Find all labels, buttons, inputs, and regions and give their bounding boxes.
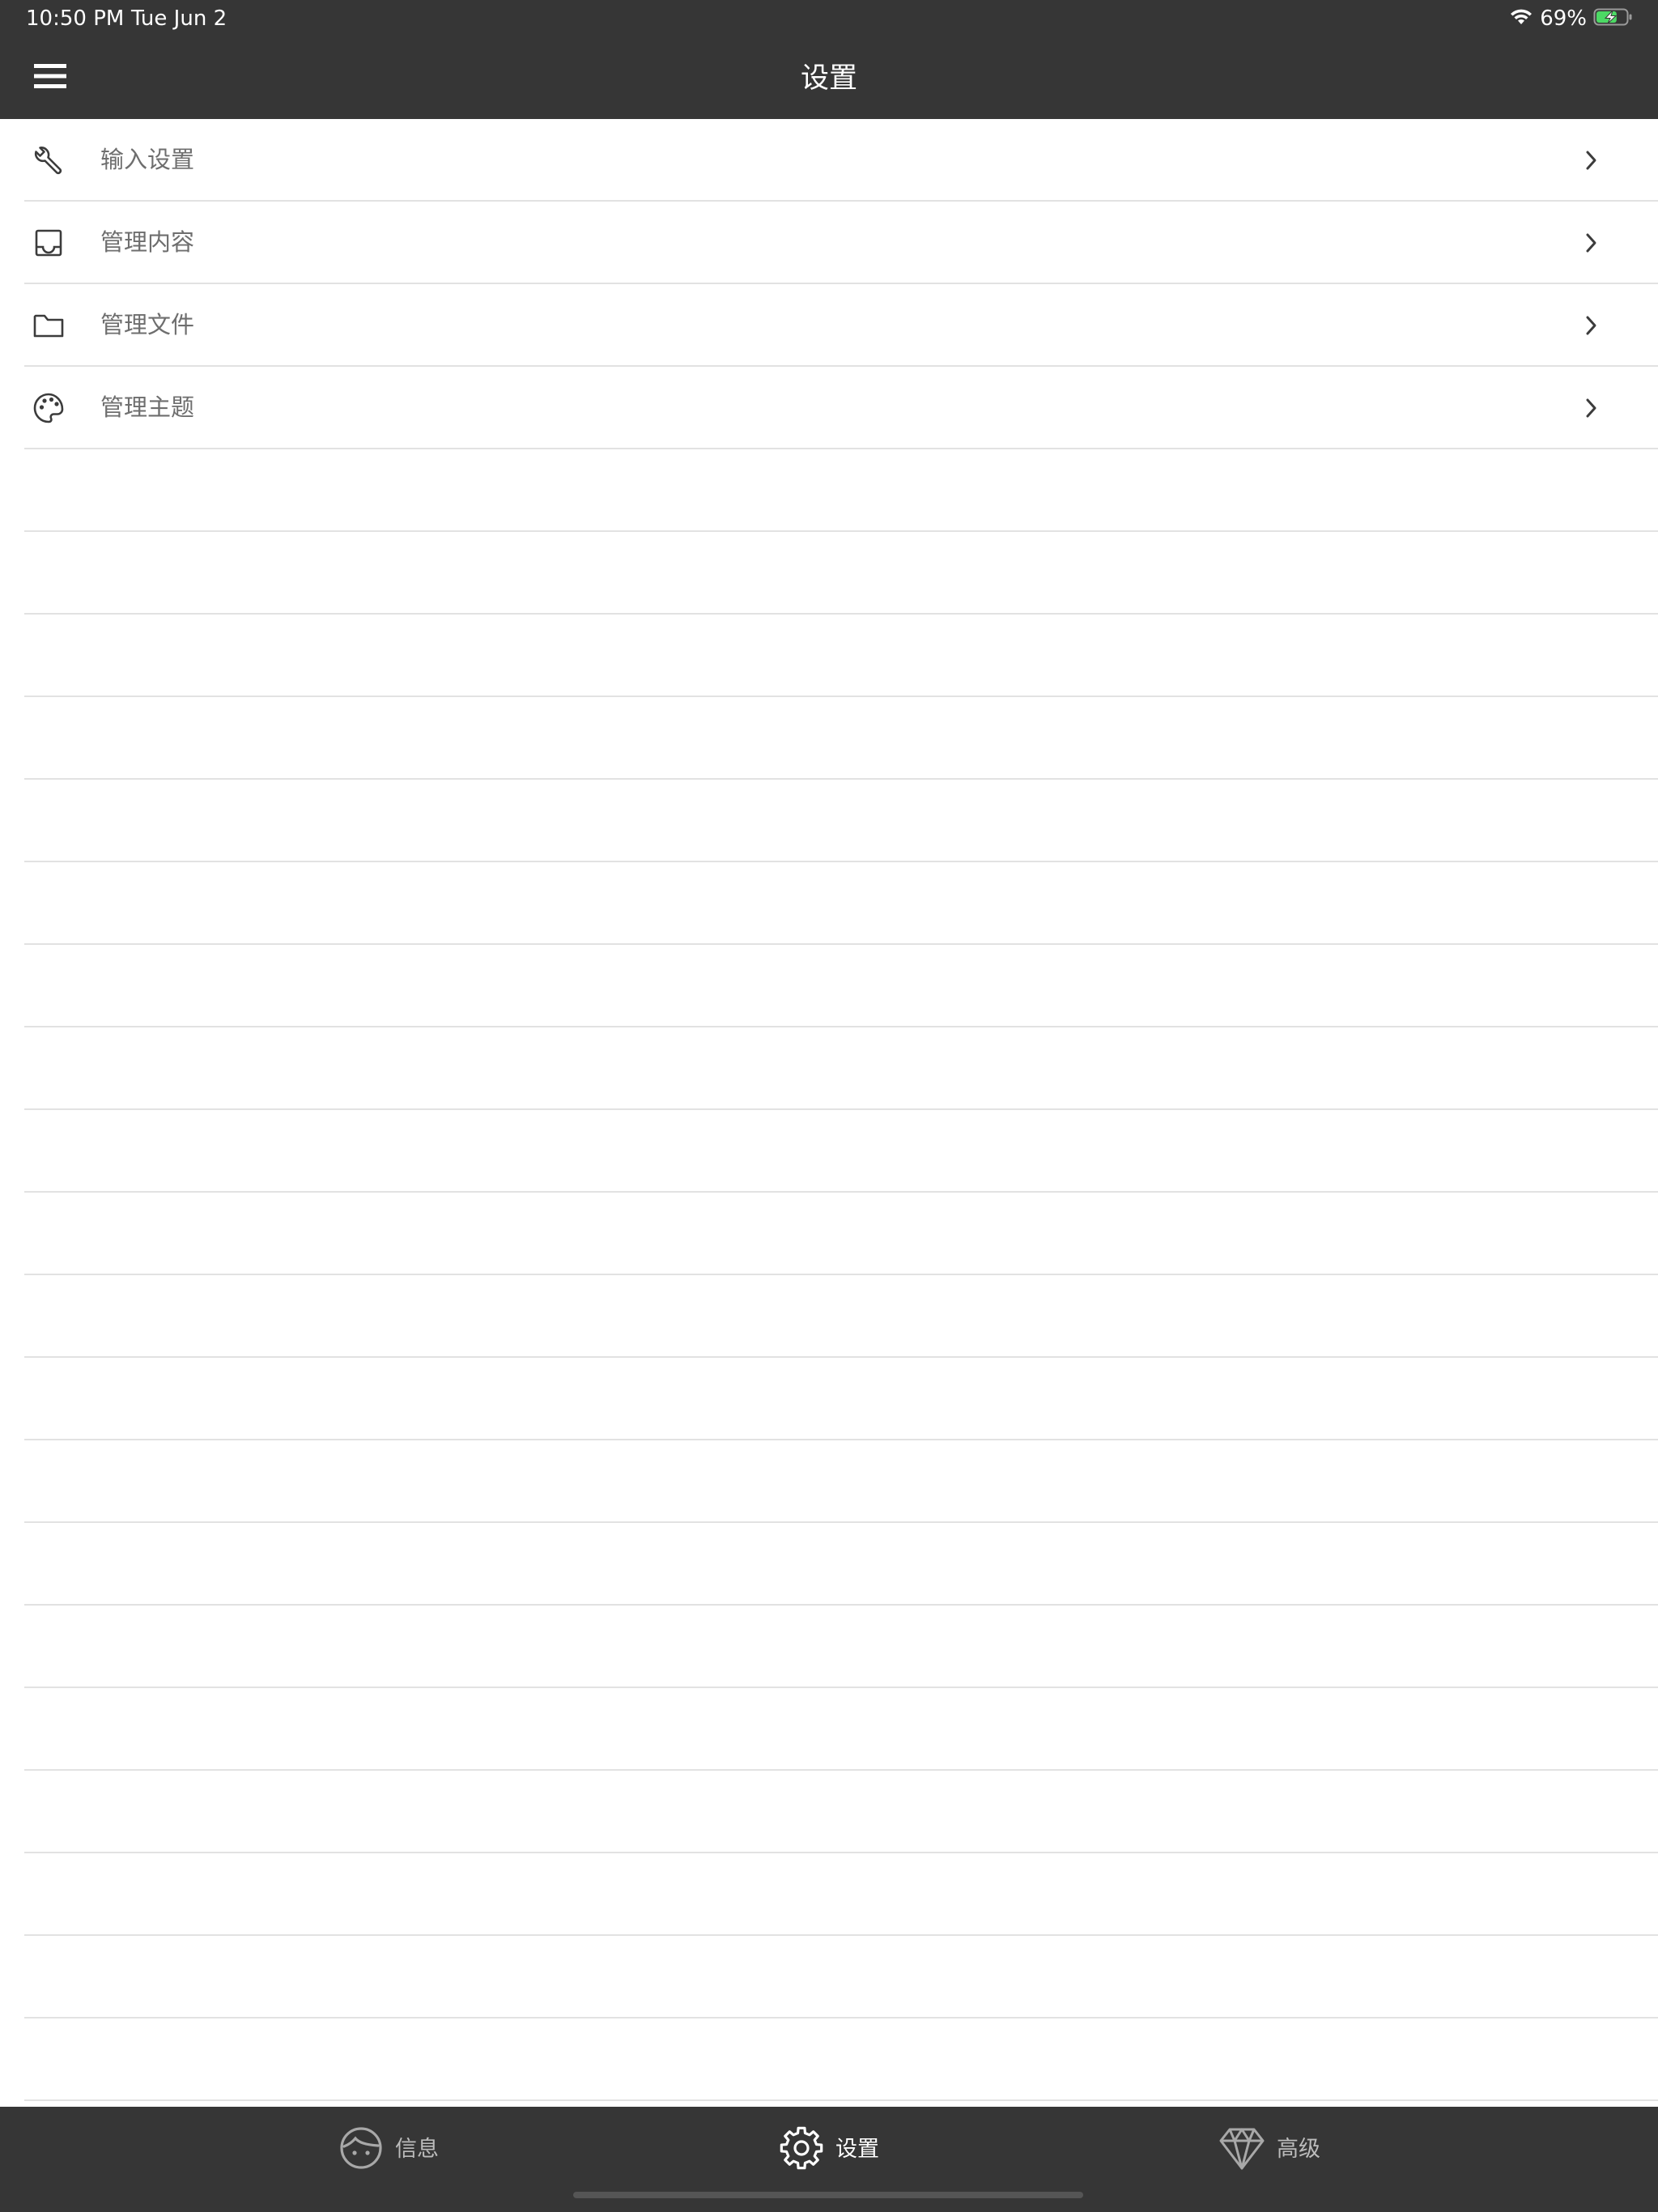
palette-icon <box>29 389 68 428</box>
chevron-right-icon <box>1580 309 1603 342</box>
status-time: 10:50 PM <box>26 6 125 31</box>
gear-center <box>793 2140 810 2156</box>
empty-row <box>0 1688 1658 1771</box>
tab-advanced[interactable]: 高级 <box>1218 2121 1320 2178</box>
empty-row <box>0 532 1658 615</box>
face-icon <box>338 2125 384 2174</box>
empty-row <box>0 1193 1658 1275</box>
tab-label: 设置 <box>835 2137 879 2162</box>
settings-item-files[interactable]: 管理文件 <box>0 284 1658 367</box>
empty-row <box>0 862 1658 945</box>
tab-bar: 信息 设置 高级 <box>0 2107 1658 2212</box>
settings-list: 输入设置 管理内容 管理文件 管理主题 <box>0 119 1658 2107</box>
empty-row <box>0 449 1658 532</box>
battery-percent: 69% <box>1540 6 1587 31</box>
empty-row <box>0 1523 1658 1606</box>
status-date: Tue Jun 2 <box>131 6 227 31</box>
chevron-right-icon <box>1580 392 1603 424</box>
home-indicator <box>573 2192 1083 2198</box>
tab-label: 高级 <box>1277 2137 1320 2162</box>
settings-item-label: 输入设置 <box>100 146 195 173</box>
diamond-icon <box>1218 2125 1265 2174</box>
empty-row <box>0 1606 1658 1688</box>
empty-row <box>0 945 1658 1027</box>
settings-item-label: 管理主题 <box>100 393 195 421</box>
tab-settings[interactable]: 设置 <box>779 2121 879 2178</box>
inbox-tray-icon <box>29 223 68 262</box>
empty-row <box>0 1771 1658 1853</box>
empty-row <box>0 2018 1658 2101</box>
settings-item-label: 管理内容 <box>100 228 195 256</box>
empty-row <box>0 1110 1658 1193</box>
battery-charging-icon <box>1593 7 1634 30</box>
settings-item-input[interactable]: 输入设置 <box>0 119 1658 202</box>
empty-row <box>0 1275 1658 1358</box>
settings-screen: 10:50 PM Tue Jun 2 69% 设置 输入设置 管理内容 管理文件… <box>0 0 1658 2212</box>
tab-info[interactable]: 信息 <box>338 2121 439 2178</box>
empty-row <box>0 780 1658 862</box>
settings-item-content[interactable]: 管理内容 <box>0 202 1658 284</box>
empty-row <box>0 1936 1658 2018</box>
chevron-right-icon <box>1580 227 1603 259</box>
empty-row <box>0 615 1658 697</box>
tab-label: 信息 <box>395 2137 439 2162</box>
gear-outline <box>780 2126 823 2170</box>
empty-row <box>0 1358 1658 1440</box>
folder-icon <box>29 306 68 345</box>
empty-row <box>0 1027 1658 1110</box>
settings-item-label: 管理文件 <box>100 311 195 338</box>
gear-icon <box>779 2125 824 2174</box>
wifi-icon <box>1509 7 1533 30</box>
top-bar: 10:50 PM Tue Jun 2 69% 设置 <box>0 0 1658 119</box>
wrench-icon <box>29 141 68 180</box>
settings-item-theme[interactable]: 管理主题 <box>0 367 1658 449</box>
page-title: 设置 <box>800 62 857 95</box>
chevron-right-icon <box>1580 144 1603 177</box>
empty-row <box>0 1440 1658 1523</box>
navigation-bar: 设置 <box>0 39 1658 119</box>
empty-row <box>0 697 1658 780</box>
status-indicators: 69% <box>1509 5 1634 32</box>
empty-row <box>0 1853 1658 1936</box>
status-bar: 10:50 PM Tue Jun 2 69% <box>0 0 1658 39</box>
